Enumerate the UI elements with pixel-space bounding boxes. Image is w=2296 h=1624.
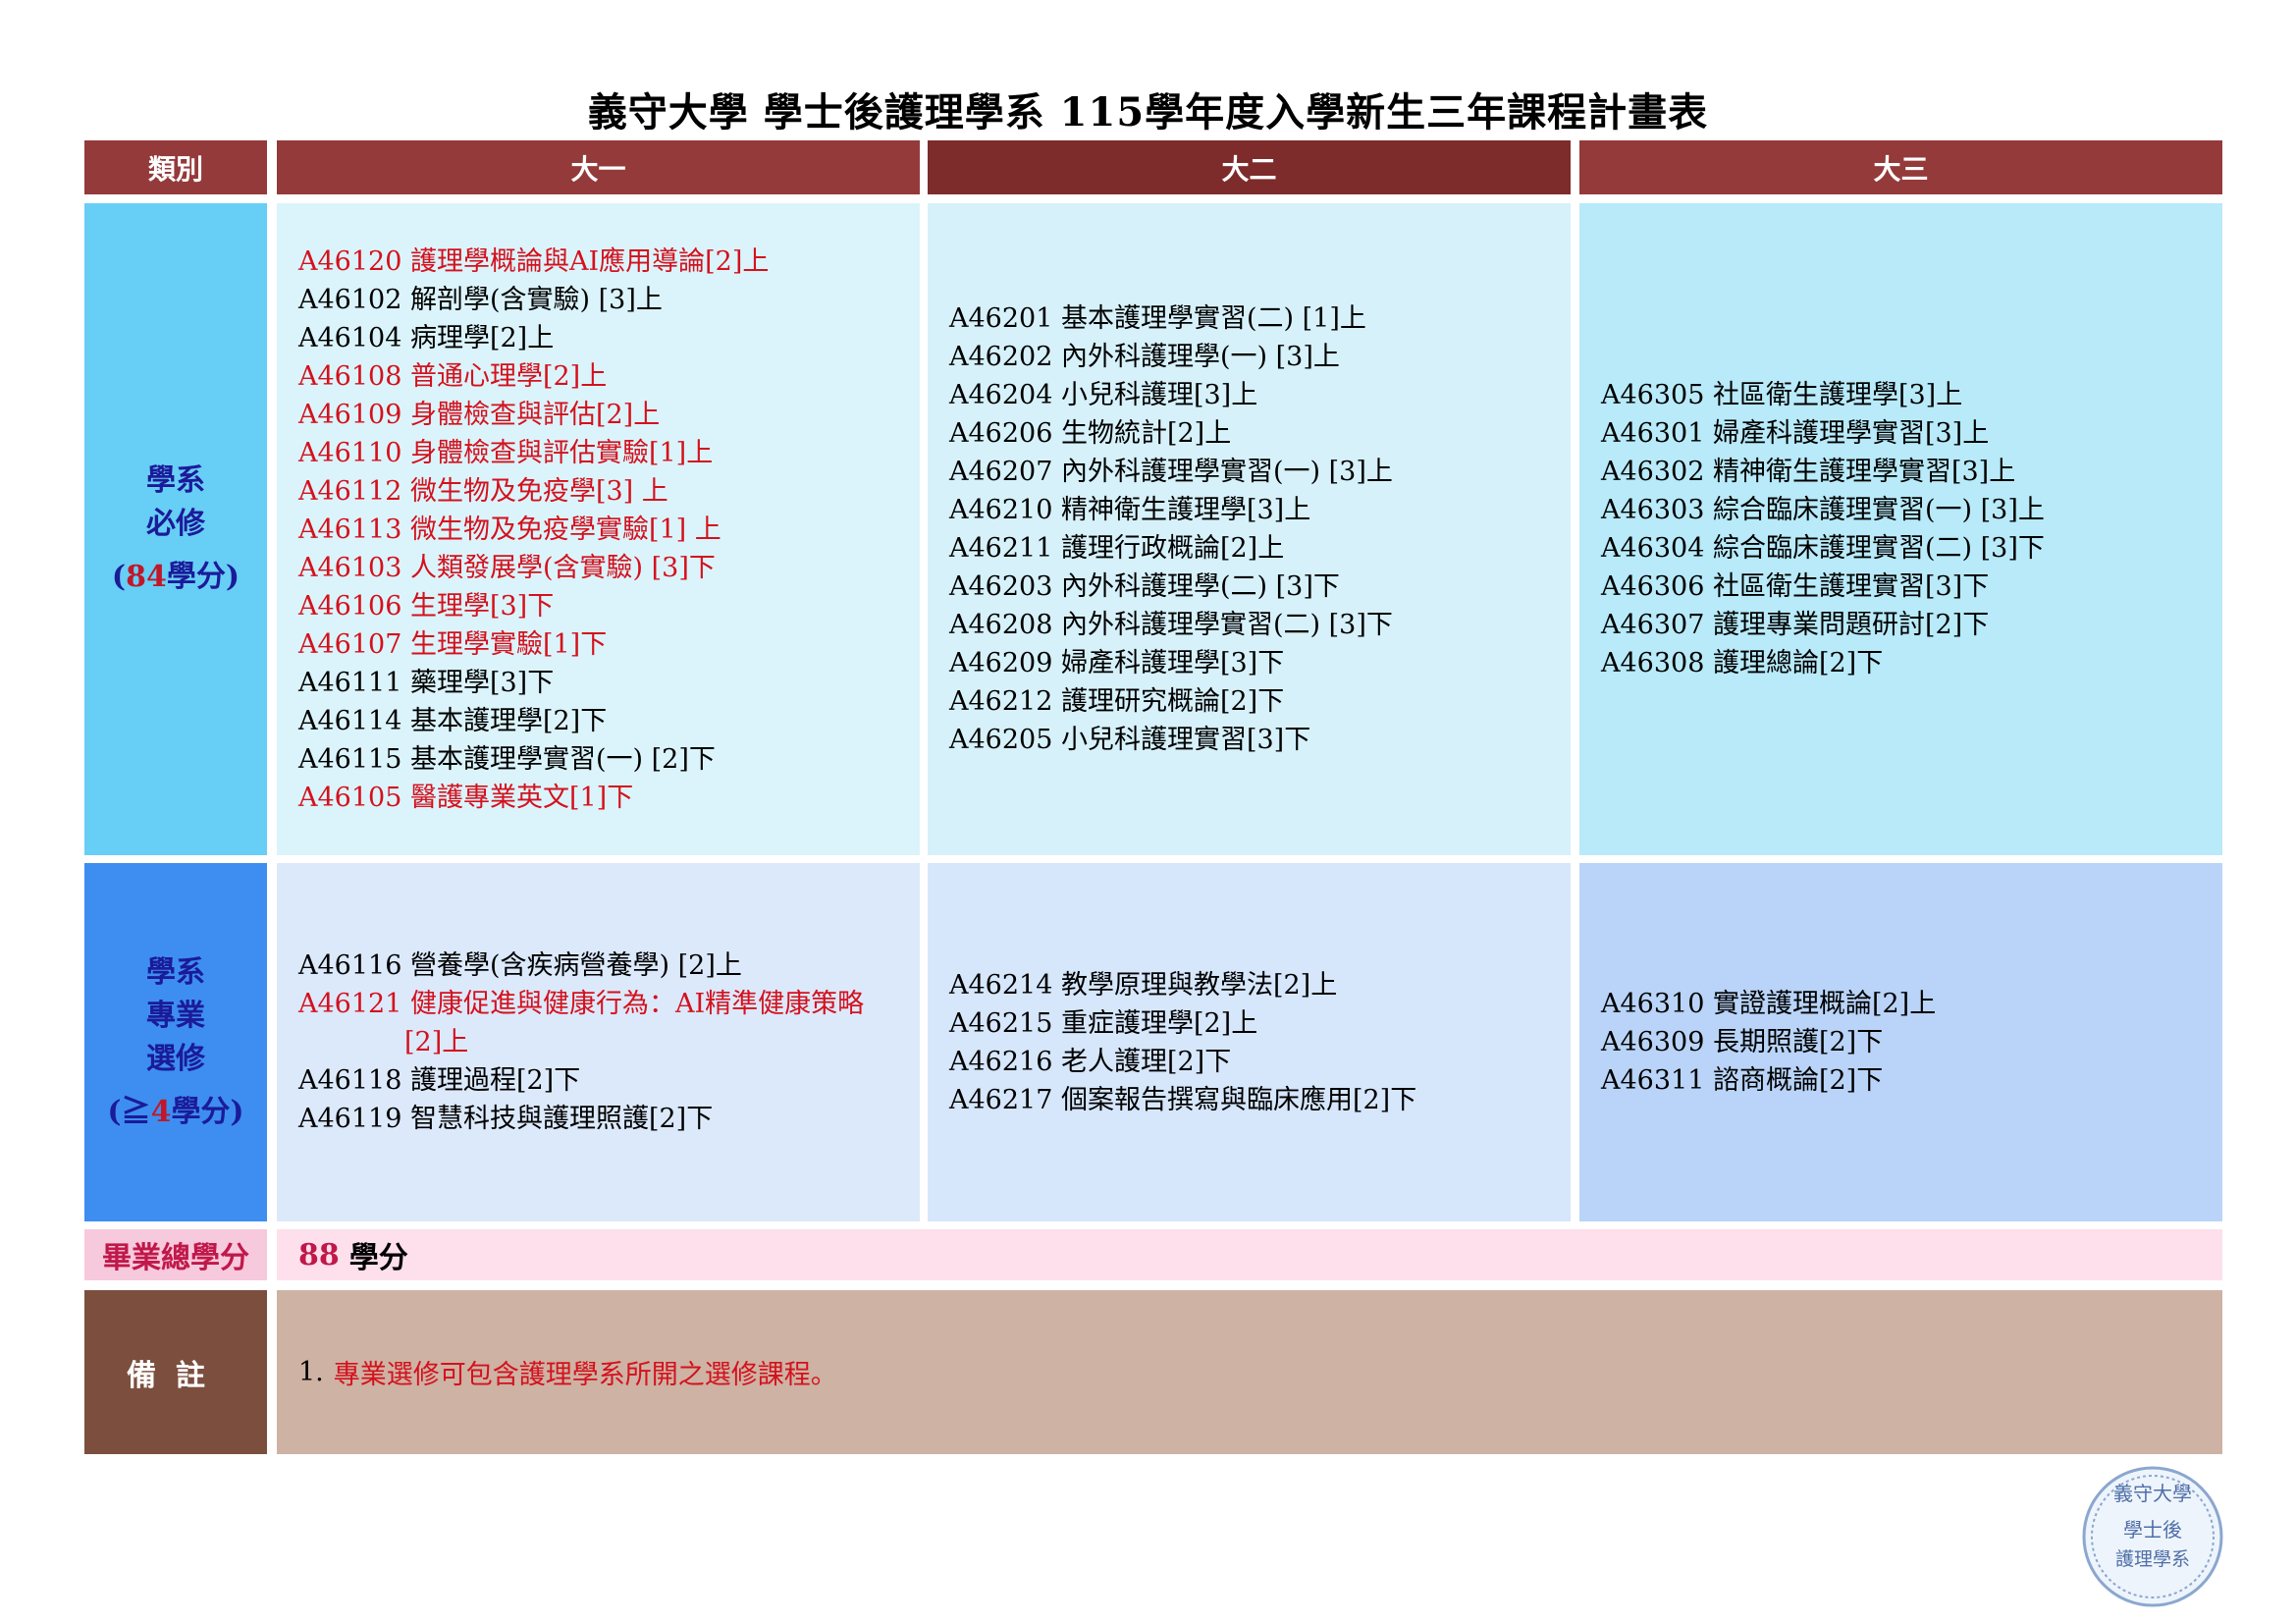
course-item: A46212 護理研究概論[2]下 bbox=[949, 686, 1285, 717]
course-item: A46306 社區衛生護理實習[3]下 bbox=[1601, 571, 1990, 602]
department-seal: 義守大學 學士後 護理學系 bbox=[2079, 1463, 2226, 1610]
required-category-label: 學系 必修 (84學分) bbox=[84, 203, 267, 855]
course-item: A46121 健康促進與健康行為：AI精準健康策略[2]上 bbox=[298, 989, 865, 1057]
course-item: A46211 護理行政概論[2]上 bbox=[949, 533, 1285, 564]
svg-text:義守大學: 義守大學 bbox=[2113, 1482, 2192, 1505]
course-item: A46308 護理總論[2]下 bbox=[1601, 648, 1884, 678]
course-item: A46309 長期照護[2]下 bbox=[1601, 1027, 1884, 1057]
elective-label-line1: 學系 bbox=[146, 954, 205, 990]
course-item: A46204 小兒科護理[3]上 bbox=[949, 380, 1258, 410]
course-item: A46107 生理學實驗[1]下 bbox=[298, 628, 608, 660]
course-item: A46208 內外科護理學實習(二) [3]下 bbox=[949, 610, 1393, 640]
elective-label-line2: 專業 bbox=[146, 998, 205, 1033]
total-credits-number: 88 bbox=[298, 1237, 340, 1272]
course-item: A46112 微生物及免疫學[3] 上 bbox=[298, 475, 668, 507]
header-year2: 大二 bbox=[928, 140, 1571, 194]
course-item: A46105 醫護專業英文[1]下 bbox=[298, 782, 634, 813]
course-item: A46311 諮商概論[2]下 bbox=[1601, 1065, 1884, 1096]
page-title: 義守大學 學士後護理學系 115學年度入學新生三年課程計畫表 bbox=[587, 89, 1709, 135]
course-item: A46116 營養學(含疾病營養學) [2]上 bbox=[298, 950, 742, 981]
required-year3-courses: A46305 社區衛生護理學[3]上 A46301 婦產科護理學實習[3]上 A46… bbox=[1579, 203, 2222, 855]
course-item: A46118 護理過程[2]下 bbox=[298, 1065, 581, 1096]
course-item: A46215 重症護理學[2]上 bbox=[949, 1007, 1258, 1039]
notes-body: 1. 專業選修可包含護理學系所開之選修課程。 bbox=[277, 1290, 2222, 1454]
total-credits-value: 88 學分 bbox=[277, 1229, 2222, 1280]
svg-text:學士後: 學士後 bbox=[2123, 1518, 2182, 1542]
header-year3: 大三 bbox=[1579, 140, 2222, 194]
elective-label-line3: 選修 bbox=[146, 1041, 205, 1076]
course-item: A46217 個案報告撰寫與臨床應用[2]下 bbox=[949, 1084, 1417, 1115]
course-item: A46206 生物統計[2]上 bbox=[949, 418, 1232, 449]
course-item: A46302 精神衛生護理學實習[3]上 bbox=[1601, 457, 2016, 487]
elective-year2-courses: A46214 教學原理與教學法[2]上 A46215 重症護理學[2]上 A4621… bbox=[928, 863, 1571, 1221]
course-item: A46119 智慧科技與護理照護[2]下 bbox=[298, 1104, 714, 1134]
course-item: A46201 基本護理學實習(二) [1]上 bbox=[949, 303, 1366, 334]
course-item: A46214 教學原理與教學法[2]上 bbox=[949, 969, 1338, 1001]
course-item: A46106 生理學[3]下 bbox=[298, 590, 555, 622]
course-item: A46115 基本護理學實習(一) [2]下 bbox=[298, 743, 716, 775]
course-item: A46103 人類發展學(含實驗) [3]下 bbox=[298, 552, 716, 583]
course-item: A46111 藥理學[3]下 bbox=[298, 667, 555, 698]
notes-label: 備註 bbox=[84, 1290, 267, 1454]
course-item: A46216 老人護理[2]下 bbox=[949, 1046, 1232, 1077]
course-item: A46203 內外科護理學(二) [3]下 bbox=[949, 571, 1340, 602]
header-category: 類別 bbox=[84, 140, 267, 194]
course-item: A46102 解剖學(含實驗) [3]上 bbox=[298, 284, 663, 315]
elective-category-label: 學系 專業 選修 (≧4學分) bbox=[84, 863, 267, 1221]
course-item: A46104 病理學[2]上 bbox=[298, 322, 555, 353]
total-credits-unit: 學分 bbox=[348, 1241, 408, 1275]
elective-credit: (≧4學分) bbox=[107, 1094, 244, 1129]
required-label-line2: 必修 bbox=[146, 507, 205, 541]
course-item: A46307 護理專業問題研討[2]下 bbox=[1601, 610, 1990, 640]
course-item: A46202 內外科護理學(一) [3]上 bbox=[949, 342, 1340, 372]
course-item: A46207 內外科護理學實習(一) [3]上 bbox=[949, 457, 1393, 487]
course-item: A46114 基本護理學[2]下 bbox=[298, 705, 608, 736]
course-item: A46304 綜合臨床護理實習(二) [3]下 bbox=[1601, 533, 2045, 564]
course-item: A46113 微生物及免疫學實驗[1] 上 bbox=[298, 514, 721, 545]
header-year1: 大一 bbox=[277, 140, 920, 194]
required-year2-courses: A46201 基本護理學實習(二) [1]上 A46202 內外科護理學(一) [… bbox=[928, 203, 1571, 855]
elective-year3-courses: A46310 實證護理概論[2]上 A46309 長期照護[2]下 A46311 諮… bbox=[1579, 863, 2222, 1221]
total-credits-label: 畢業總學分 bbox=[84, 1229, 267, 1280]
course-item: A46303 綜合臨床護理實習(一) [3]上 bbox=[1601, 495, 2045, 525]
course-item: A46301 婦產科護理學實習[3]上 bbox=[1601, 418, 1990, 449]
elective-year1-courses: A46116 營養學(含疾病營養學) [2]上 A46121 健康促進與健康行為：… bbox=[277, 863, 920, 1221]
course-item: A46205 小兒科護理實習[3]下 bbox=[949, 725, 1311, 755]
note-number: 1. bbox=[298, 1357, 324, 1387]
required-credit: (84學分) bbox=[111, 560, 240, 594]
required-label-line1: 學系 bbox=[146, 463, 205, 498]
course-item: A46305 社區衛生護理學[3]上 bbox=[1601, 380, 1963, 410]
course-item: A46210 精神衛生護理學[3]上 bbox=[949, 495, 1311, 525]
required-year1-courses: A46120 護理學概論與AI應用導論[2]上 A46102 解剖學(含實驗) [… bbox=[277, 203, 920, 855]
course-item: A46120 護理學概論與AI應用導論[2]上 bbox=[298, 245, 770, 277]
note-text: 專業選修可包含護理學系所開之選修課程。 bbox=[333, 1360, 837, 1390]
course-item: A46209 婦產科護理學[3]下 bbox=[949, 648, 1285, 678]
course-item: A46310 實證護理概論[2]上 bbox=[1601, 989, 1937, 1019]
course-item: A46109 身體檢查與評估[2]上 bbox=[298, 399, 661, 430]
svg-text:護理學系: 護理學系 bbox=[2115, 1548, 2190, 1570]
course-item: A46110 身體檢查與評估實驗[1]上 bbox=[298, 437, 714, 468]
course-item: A46108 普通心理學[2]上 bbox=[298, 360, 608, 392]
